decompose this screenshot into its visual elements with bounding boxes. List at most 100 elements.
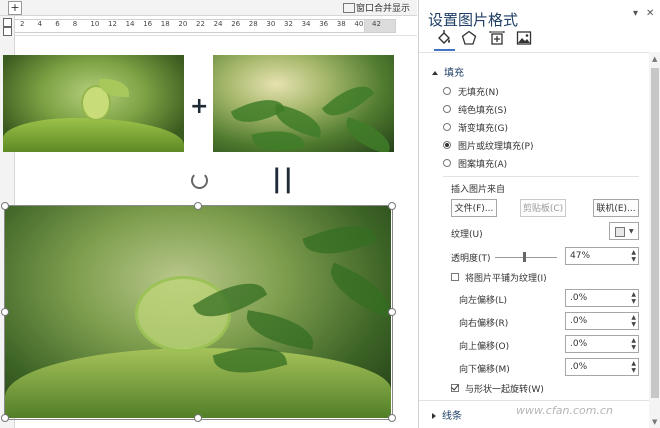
radio-button[interactable]	[443, 159, 451, 167]
radio-label: 图案填充(A)	[458, 159, 508, 170]
radio-button[interactable]	[443, 141, 451, 149]
radio-button[interactable]	[443, 87, 451, 95]
scroll-up-icon[interactable]: ▲	[652, 55, 657, 63]
radio-solid-fill[interactable]: 纯色填充(S)	[443, 102, 507, 116]
window-merge-icon[interactable]	[343, 3, 355, 13]
ruler-tick-label: 38	[336, 20, 346, 28]
radio-button[interactable]	[443, 105, 451, 113]
tab-separator	[419, 52, 649, 53]
rotate-handle[interactable]	[191, 172, 208, 189]
chevron-down-icon: ▼	[629, 228, 634, 235]
resize-handle-right[interactable]	[388, 308, 396, 316]
picture-icon[interactable]	[516, 30, 532, 46]
radio-button[interactable]	[443, 123, 451, 131]
resize-handle-top-right[interactable]	[388, 202, 396, 210]
spin-down-icon[interactable]: ▼	[631, 321, 636, 328]
ruler-tick-label: 20	[178, 20, 188, 28]
first-indent-marker[interactable]	[3, 18, 12, 27]
seedling-picture[interactable]	[3, 55, 184, 152]
file-button[interactable]: 文件(F)...	[451, 199, 497, 217]
ruler-tick-label: 18	[160, 20, 170, 28]
offset-right-input[interactable]: .0% ▲ ▼	[565, 312, 639, 330]
spin-value: .0%	[570, 316, 588, 326]
watermark: www.cfan.com.cn	[516, 404, 613, 417]
ruler-tick-label: 28	[248, 20, 258, 28]
resize-handle-top[interactable]	[194, 202, 202, 210]
ruler-tick-label: 40	[354, 20, 364, 28]
checkbox[interactable]	[451, 273, 459, 281]
rotate-with-shape-checkbox-row[interactable]: 与形状一起旋转(W)	[451, 381, 544, 395]
size-icon[interactable]	[489, 30, 505, 46]
horizontal-ruler[interactable]: 2 4 6 8 10 12 14 16 18 20 22 24 26 28 30 32 34 36 38 40 42	[0, 16, 417, 36]
close-icon[interactable]: ✕	[646, 8, 654, 19]
offset-top-input[interactable]: .0% ▲ ▼	[565, 335, 639, 353]
expand-triangle-icon	[432, 413, 436, 419]
transparency-slider-thumb[interactable]	[523, 252, 527, 262]
checkbox[interactable]	[451, 384, 459, 392]
resize-handle-bottom-left[interactable]	[1, 414, 9, 422]
window-merge-label[interactable]: 窗口合并显示	[356, 1, 410, 14]
ruler-tick-label: 2	[20, 20, 25, 28]
resize-handle-left[interactable]	[1, 308, 9, 316]
moss-ground	[3, 118, 184, 152]
transparency-label: 透明度(T)	[451, 254, 491, 264]
spin-down-icon[interactable]: ▼	[631, 367, 636, 374]
offset-left-input[interactable]: .0% ▲ ▼	[565, 289, 639, 307]
pentagon-icon[interactable]	[461, 30, 477, 46]
radio-label: 图片或纹理填充(P)	[458, 141, 534, 152]
offset-bottom-input[interactable]: .0% ▲ ▼	[565, 358, 639, 376]
collapse-triangle-icon	[432, 71, 438, 75]
spin-down-icon[interactable]: ▼	[631, 298, 636, 305]
radio-label: 渐变填充(G)	[458, 123, 508, 134]
ruler-tick-label: 26	[231, 20, 241, 28]
radio-label: 纯色填充(S)	[458, 105, 507, 116]
paint-bucket-icon[interactable]	[436, 30, 452, 46]
spin-down-icon[interactable]: ▼	[631, 256, 636, 263]
ruler-tick-label: 16	[143, 20, 153, 28]
foliage-leaf	[340, 117, 394, 152]
radio-no-fill[interactable]: 无填充(N)	[443, 84, 499, 98]
radio-pattern-fill[interactable]: 图案填充(A)	[443, 156, 507, 170]
spin-up-icon[interactable]: ▲	[631, 314, 636, 321]
foliage-picture[interactable]	[213, 55, 394, 152]
resize-handle-top-left[interactable]	[1, 202, 9, 210]
resize-handle-bottom-right[interactable]	[388, 414, 396, 422]
spin-up-icon[interactable]: ▲	[631, 291, 636, 298]
section-divider	[419, 400, 649, 401]
add-button[interactable]: +	[8, 1, 22, 15]
online-button[interactable]: 联机(E)...	[593, 199, 639, 217]
texture-dropdown[interactable]: ▼	[609, 222, 639, 240]
radio-gradient-fill[interactable]: 渐变填充(G)	[443, 120, 508, 134]
spin-up-icon[interactable]: ▲	[631, 360, 636, 367]
equals-operator: ||	[272, 164, 295, 194]
pane-scrollbar[interactable]: ▲ ▼	[649, 52, 660, 428]
hanging-indent-marker[interactable]	[3, 27, 12, 36]
line-section-header[interactable]: 线条	[432, 407, 462, 422]
spin-up-icon[interactable]: ▲	[631, 249, 636, 256]
pane-title: 设置图片格式	[428, 11, 519, 29]
spin-up-icon[interactable]: ▲	[631, 337, 636, 344]
ruler-tick-label: 6	[55, 20, 60, 28]
section-divider	[443, 176, 639, 177]
clipboard-button[interactable]: 剪贴板(C)	[520, 199, 566, 217]
ruler-tick-label: 12	[108, 20, 117, 28]
ruler-tick-label: 32	[284, 20, 293, 28]
radio-picture-fill[interactable]: 图片或纹理填充(P)	[443, 138, 533, 152]
line-section-label: 线条	[442, 411, 462, 422]
fill-section-header[interactable]: 填充	[432, 64, 464, 79]
offset-right-label: 向右偏移(R)	[459, 319, 509, 329]
checkbox-label: 将图片平铺为纹理(I)	[465, 273, 547, 284]
selection-frame	[4, 205, 393, 420]
chevron-down-icon[interactable]: ▾	[633, 8, 638, 19]
spin-value: .0%	[570, 293, 588, 303]
transparency-input[interactable]: 47% ▲ ▼	[565, 247, 639, 265]
radio-label: 无填充(N)	[458, 87, 499, 98]
tile-texture-checkbox-row[interactable]: 将图片平铺为纹理(I)	[451, 270, 547, 284]
scroll-down-icon[interactable]: ▼	[652, 418, 657, 426]
spin-down-icon[interactable]: ▼	[631, 344, 636, 351]
resize-handle-bottom[interactable]	[194, 414, 202, 422]
ruler-tick-label: 10	[90, 20, 100, 28]
ruler-tick-label: 30	[266, 20, 276, 28]
plus-operator: +	[190, 94, 209, 119]
scroll-thumb[interactable]	[651, 68, 659, 398]
